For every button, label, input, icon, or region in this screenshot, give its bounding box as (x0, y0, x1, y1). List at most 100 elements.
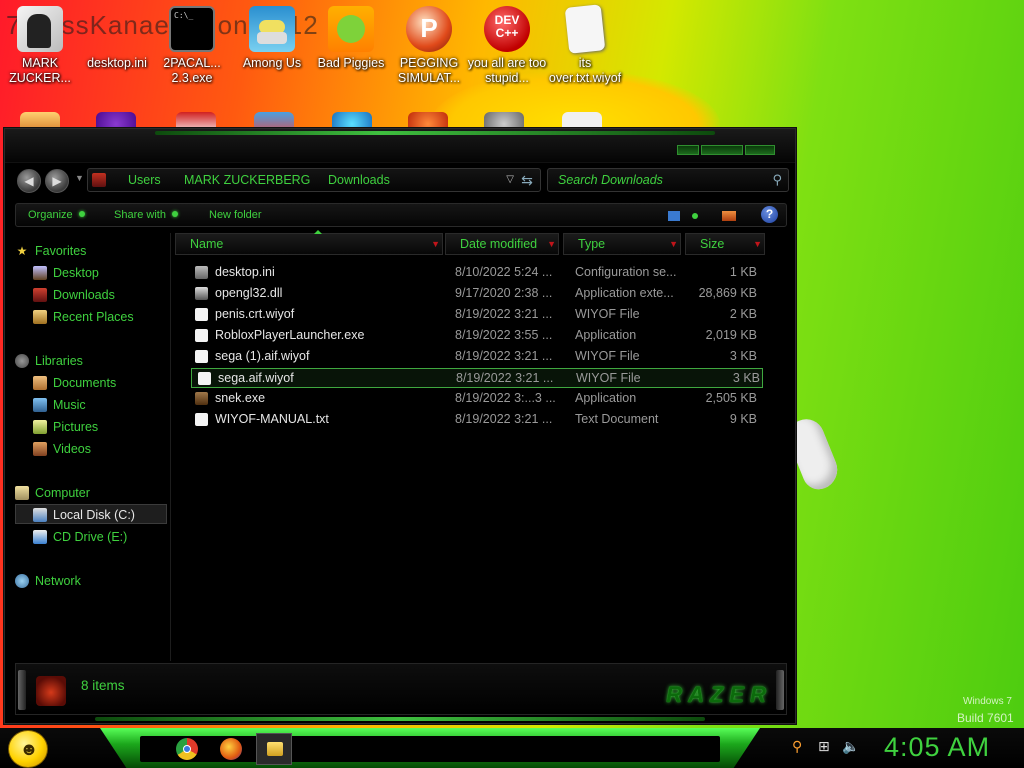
minimize-button[interactable] (677, 145, 699, 155)
sidebar-item-pictures[interactable]: Pictures (33, 417, 167, 437)
dropdown-dot-icon (78, 211, 85, 217)
star-icon: ★ (16, 244, 28, 258)
desktop-icon-desktop-ini[interactable]: desktop.ini (77, 6, 157, 71)
desktop-icon-dev-cpp[interactable]: DEV C++ you all are too stupid... (467, 6, 547, 86)
cmd-icon (94, 6, 140, 52)
forward-arrow-icon: ▶ (52, 174, 62, 188)
blank-file-icon (198, 372, 211, 385)
close-button[interactable] (745, 145, 775, 155)
sidebar-item-desktop[interactable]: Desktop (33, 263, 167, 283)
recent-places-icon (33, 310, 47, 324)
column-dropdown-icon[interactable]: ▼ (669, 234, 678, 254)
search-icon[interactable]: ⚲ (772, 172, 782, 188)
network-tray-icon[interactable]: ⊞ (818, 738, 830, 755)
organize-button[interactable]: Organize (28, 209, 85, 221)
dll-file-icon (195, 287, 208, 300)
column-dropdown-icon[interactable]: ▼ (547, 234, 556, 254)
smiley-icon: ☻ (19, 739, 39, 759)
among-us-icon (249, 6, 295, 52)
sidebar-item-network[interactable]: Network (15, 571, 167, 591)
sidebar-item-libraries[interactable]: Libraries (15, 351, 167, 371)
taskbar-explorer-button[interactable] (256, 733, 292, 765)
desktop-icon-among-us[interactable]: Among Us (232, 6, 312, 71)
taskbar (0, 728, 1024, 768)
sidebar-item-recent-places[interactable]: Recent Places (33, 307, 167, 327)
recent-pages-dropdown-icon[interactable]: ▼ (75, 173, 84, 183)
sidebar-item-cd-drive[interactable]: CD Drive (E:) (33, 527, 167, 547)
breadcrumb-user[interactable]: MARK ZUCKERBERG (184, 173, 310, 187)
sidebar-item-documents[interactable]: Documents (33, 373, 167, 393)
breadcrumb-downloads[interactable]: Downloads (328, 173, 390, 187)
search-input[interactable] (548, 169, 758, 191)
blank-file-icon (195, 350, 208, 363)
title-glow-line (155, 131, 715, 135)
navigation-pane: ★ Favorites Desktop Downloads Recent Plac… (5, 233, 171, 661)
sidebar-item-music[interactable]: Music (33, 395, 167, 415)
column-header-date-modified[interactable]: Date modified ▼ (445, 233, 559, 255)
volume-icon[interactable]: 🔈 (842, 738, 859, 755)
breadcrumb-users[interactable]: Users (128, 173, 161, 187)
tray-search-icon[interactable]: ⚲ (792, 738, 802, 755)
file-list: Name ▼ Date modified ▼ Type ▼ Size ▼ desktop… (173, 230, 791, 661)
sidebar-item-computer[interactable]: Computer (15, 483, 167, 503)
firefox-icon[interactable] (220, 738, 242, 760)
sidebar-item-downloads[interactable]: Downloads (33, 285, 167, 305)
sidebar-item-favorites[interactable]: ★ Favorites (15, 241, 167, 261)
sidebar-item-videos[interactable]: Videos (33, 439, 167, 459)
text-file-icon (195, 413, 208, 426)
change-view-icon[interactable] (668, 211, 680, 221)
desktop-icon-bad-piggies[interactable]: Bad Piggies (311, 6, 391, 71)
file-row[interactable]: desktop.ini 8/10/2022 5:24 ... Configura… (189, 263, 759, 283)
refresh-icon[interactable]: ⇆ (518, 171, 536, 189)
address-bar[interactable]: Users MARK ZUCKERBERG Downloads ▽ ⇆ (87, 168, 541, 192)
taskbar-clock[interactable]: 4:05 AM (884, 732, 990, 763)
desktop-icon-its-over[interactable]: its over.txt.wiyof (545, 4, 625, 86)
preview-pane-icon[interactable] (722, 211, 736, 221)
libraries-icon (15, 354, 29, 368)
desktop-icon (33, 266, 47, 280)
file-row[interactable]: RobloxPlayerLauncher.exe 8/19/2022 3:55 … (189, 326, 759, 346)
hard-drive-icon (33, 508, 47, 522)
os-watermark: Windows 7 (963, 696, 1012, 707)
start-button[interactable]: ☻ (8, 730, 48, 768)
build-watermark: Build 7601 (957, 711, 1014, 725)
file-row[interactable]: snek.exe 8/19/2022 3:...3 ... Applicatio… (189, 389, 759, 409)
file-row[interactable]: sega (1).aif.wiyof 8/19/2022 3:21 ... WI… (189, 347, 759, 367)
command-bar: Organize Share with New folder ? (15, 203, 787, 227)
column-header-type[interactable]: Type ▼ (563, 233, 681, 255)
desktop-icons: MARK ZUCKER... desktop.ini C:\_ 2PACAL..… (0, 0, 640, 136)
column-header-name[interactable]: Name ▼ (175, 230, 443, 255)
item-count: 8 items (81, 678, 125, 693)
maximize-button[interactable] (701, 145, 743, 155)
desktop-icon-pegging-simulator[interactable]: P PEGGING SIMULAT... (389, 6, 469, 86)
sidebar-item-local-disk[interactable]: Local Disk (C:) (15, 504, 167, 524)
view-options-dot-icon[interactable] (692, 213, 698, 219)
address-dropdown-icon[interactable]: ▽ (506, 174, 514, 185)
user-folder-icon (17, 6, 63, 52)
column-dropdown-icon[interactable]: ▼ (753, 234, 762, 254)
forward-button[interactable]: ▶ (45, 169, 69, 193)
downloads-folder-icon (33, 288, 47, 302)
file-row[interactable]: opengl32.dll 9/17/2020 2:38 ... Applicat… (189, 284, 759, 304)
sort-indicator-icon (314, 230, 322, 234)
desktop-icon-user-folder[interactable]: MARK ZUCKER... (0, 6, 80, 86)
new-folder-button[interactable]: New folder (209, 209, 262, 221)
column-header-size[interactable]: Size ▼ (685, 233, 765, 255)
help-icon[interactable]: ? (761, 206, 778, 223)
folder-icon (92, 173, 106, 187)
search-box[interactable]: ⚲ (547, 168, 789, 192)
bad-piggies-icon (328, 6, 374, 52)
file-row-selected[interactable]: sega.aif.wiyof 8/19/2022 3:21 ... WIYOF … (191, 368, 763, 388)
explorer-window: ◀ ▶ ▼ Users MARK ZUCKERBERG Downloads ▽ … (4, 128, 796, 724)
file-row[interactable]: penis.crt.wiyof 8/19/2022 3:21 ... WIYOF… (189, 305, 759, 325)
column-dropdown-icon[interactable]: ▼ (431, 234, 440, 254)
file-row[interactable]: WIYOF-MANUAL.txt 8/19/2022 3:21 ... Text… (189, 410, 759, 430)
status-left-ornament (18, 670, 26, 710)
status-right-ornament (776, 670, 784, 710)
back-button[interactable]: ◀ (17, 169, 41, 193)
chrome-icon[interactable] (176, 738, 198, 760)
blank-file-icon (564, 4, 606, 54)
navigation-bar: ◀ ▶ ▼ Users MARK ZUCKERBERG Downloads ▽ … (15, 167, 789, 195)
desktop-icon-2pacal[interactable]: C:\_ 2PACAL... 2.3.exe (152, 6, 232, 86)
share-with-button[interactable]: Share with (114, 209, 178, 221)
